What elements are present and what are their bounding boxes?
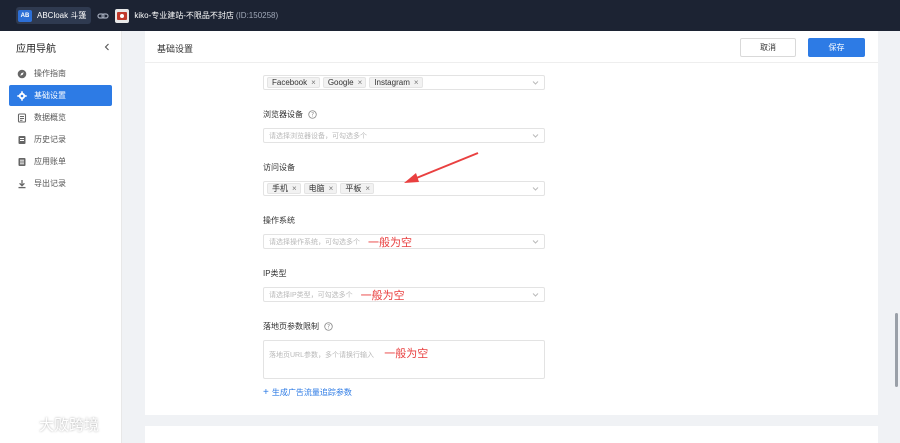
page-scrollbar[interactable] [895,313,898,387]
chevron-down-icon [532,293,539,297]
tag-tablet: 平板 × [340,183,375,194]
landing-params-label: 落地页参数限制 ? [263,321,333,332]
tag-facebook: Facebook × [267,77,320,88]
app-name: ABCloak 斗篷 [37,11,87,20]
svg-text:?: ? [311,113,314,119]
data-icon [17,112,27,123]
bill-icon [18,157,26,166]
sidebar-item-label: 基础设置 [34,91,66,100]
tag-instagram: Instagram × [369,77,423,88]
ip-type-note: 一般为空 [360,289,405,302]
ip-type-label-text: IP类型 [263,269,287,278]
settings-form: Facebook × Google × Instagram × 浏览器设备 ? 请选择… [145,63,878,415]
os-select[interactable]: 请选择操作系统，可勾选多个 一般为空 [263,234,545,249]
sidebar-item-basic-settings[interactable]: 基础设置 [9,85,112,106]
close-icon[interactable]: × [311,78,316,87]
chevron-left-icon[interactable] [103,43,111,51]
sidebar-title: 应用导航 [16,43,56,55]
sidebar-item-export[interactable]: 导出记录 [9,173,112,194]
history-icon [18,135,26,144]
tag-desktop: 电脑 × [303,183,338,194]
chevron-down-icon [532,81,539,85]
tag-label: 手机 [272,184,288,193]
landing-params-note: 一般为空 [384,348,429,360]
sidebar-header: 应用导航 [0,31,121,63]
close-icon[interactable]: × [365,184,370,193]
traffic-source-select[interactable]: Facebook × Google × Instagram × [263,75,545,90]
tag-google: Google × [322,77,367,88]
sidebar-item-label: 历史记录 [34,135,66,144]
tag-label: Instagram [374,78,410,87]
chevron-down-icon [532,187,539,191]
sidebar-item-bill[interactable]: 应用账单 [9,151,112,172]
tag-label: 平板 [345,184,362,193]
tag-label: Facebook [272,78,308,87]
next-section-panel [145,426,878,443]
sidebar-item-label: 操作指南 [34,69,66,78]
cancel-button[interactable]: 取消 [740,38,796,57]
landing-params-placeholder: 落地页URL参数，多个请换行输入 [269,352,375,359]
close-icon[interactable]: × [329,184,334,193]
watermark: 大败跨境 [6,413,99,435]
download-icon [18,179,26,188]
watermark-text: 大败跨境 [39,416,100,434]
sidebar-nav: 操作指南 基础设置 数据概览 历史记录 应用账单 导出记录 [0,63,121,194]
watermark-logo-icon [7,416,32,432]
gear-icon [17,90,27,101]
app-switcher[interactable]: AB ABCloak 斗篷 [16,7,92,24]
sidebar: 应用导航 操作指南 基础设置 数据概览 历史记录 应用账单 导出记录 [0,31,122,443]
os-label: 操作系统 [263,215,295,226]
plus-icon: + [263,387,269,398]
browser-select[interactable]: 请选择浏览器设备，可勾选多个 [263,128,545,143]
ip-type-select[interactable]: 请选择IP类型，可勾选多个 一般为空 [263,287,545,302]
generate-tracking-params-link[interactable]: + 生成广告流量追踪参数 [263,387,352,398]
save-button[interactable]: 保存 [808,38,865,57]
close-icon[interactable]: × [358,78,363,87]
sidebar-item-label: 应用账单 [34,157,66,166]
tag-mobile: 手机 × [267,183,301,194]
device-label: 访问设备 [263,162,295,173]
ip-type-placeholder: 请选择IP类型，可勾选多个 [269,291,353,299]
sidebar-item-history[interactable]: 历史记录 [9,129,112,150]
sidebar-item-data-overview[interactable]: 数据概览 [9,107,112,128]
store-avatar [115,8,130,23]
help-icon[interactable]: ? [324,322,333,331]
help-icon[interactable]: ? [308,110,317,119]
page-title: 基础设置 [157,44,194,54]
page-header: 基础设置 取消 保存 [145,31,878,63]
generate-link-label: 生成广告流量追踪参数 [271,388,352,397]
link-icon [97,12,109,19]
compass-icon [17,69,27,78]
svg-text:?: ? [327,325,330,331]
sidebar-item-label: 导出记录 [34,179,66,188]
os-label-text: 操作系统 [263,216,295,225]
browser-label-text: 浏览器设备 [263,110,303,119]
abcloak-logo: AB [18,9,32,22]
browser-placeholder: 请选择浏览器设备，可勾选多个 [269,132,367,140]
chevron-down-icon [532,134,539,138]
landing-params-textarea[interactable]: 落地页URL参数，多个请换行输入 一般为空 [263,340,545,379]
device-label-text: 访问设备 [263,163,295,172]
close-icon[interactable]: × [292,184,297,193]
annotation-arrow [404,152,479,183]
close-icon[interactable]: × [414,78,419,87]
landing-params-label-text: 落地页参数限制 [263,322,319,331]
store-name[interactable]: kiko-专业建站-不限品不封店 [134,10,234,21]
browser-label: 浏览器设备 ? [263,109,317,120]
store-id: (ID:150258) [235,11,279,20]
sidebar-item-label: 数据概览 [34,113,66,122]
os-placeholder: 请选择操作系统，可勾选多个 [269,238,360,246]
os-note: 一般为空 [368,236,412,249]
chevron-down-icon [532,240,539,244]
sidebar-item-guide[interactable]: 操作指南 [9,63,112,84]
tag-label: 电脑 [308,184,325,193]
tag-label: Google [327,78,354,87]
top-bar: AB ABCloak 斗篷 kiko-专业建站-不限品不封店 (ID:15025… [0,0,900,31]
ip-type-label: IP类型 [263,268,287,279]
